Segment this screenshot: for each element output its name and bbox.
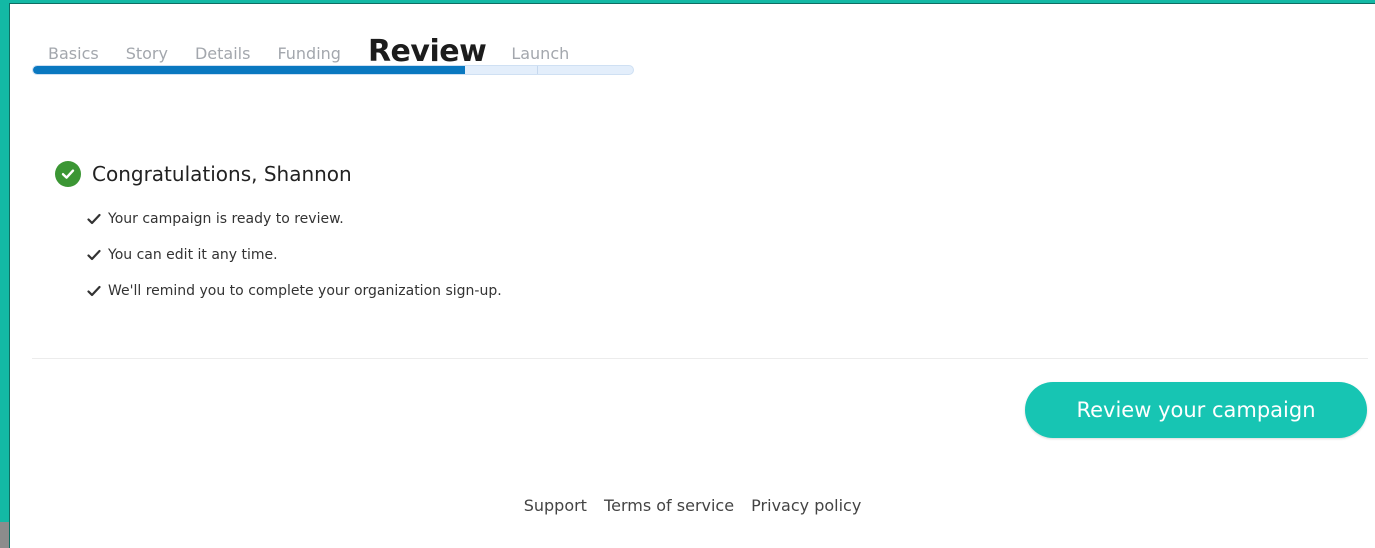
review-campaign-button[interactable]: Review your campaign: [1025, 382, 1367, 438]
congrats-heading: Congratulations, Shannon: [55, 161, 352, 187]
checkmark-icon: [87, 213, 103, 225]
check-circle-icon: [55, 161, 81, 187]
step-review[interactable]: Review: [368, 36, 487, 68]
congrats-list: Your campaign is ready to review. You ca…: [87, 209, 502, 317]
footer: Support Terms of service Privacy policy: [10, 496, 1375, 515]
checkmark-icon: [87, 285, 103, 297]
step-funding[interactable]: Funding: [277, 44, 341, 64]
list-item-text: You can edit it any time.: [108, 247, 278, 263]
divider: [32, 358, 1368, 359]
campaign-steps: Basics Story Details Funding Review Laun…: [48, 20, 596, 68]
window-corner: [0, 522, 9, 548]
congrats-title: Congratulations, Shannon: [92, 162, 352, 186]
list-item: You can edit it any time.: [87, 245, 502, 265]
step-story[interactable]: Story: [126, 44, 168, 64]
list-item: We'll remind you to complete your organi…: [87, 281, 502, 301]
step-basics[interactable]: Basics: [48, 44, 99, 64]
privacy-link[interactable]: Privacy policy: [751, 496, 861, 515]
list-item-text: Your campaign is ready to review.: [108, 211, 344, 227]
support-link[interactable]: Support: [524, 496, 587, 515]
list-item: Your campaign is ready to review.: [87, 209, 502, 229]
progress-separator: [537, 66, 538, 74]
page-frame: Basics Story Details Funding Review Laun…: [9, 3, 1375, 548]
checkmark-icon: [87, 249, 103, 261]
list-item-text: We'll remind you to complete your organi…: [108, 283, 502, 299]
terms-link[interactable]: Terms of service: [604, 496, 734, 515]
step-launch[interactable]: Launch: [511, 44, 569, 64]
progress-bar: [32, 65, 634, 75]
step-details[interactable]: Details: [195, 44, 250, 64]
progress-fill: [33, 66, 465, 74]
